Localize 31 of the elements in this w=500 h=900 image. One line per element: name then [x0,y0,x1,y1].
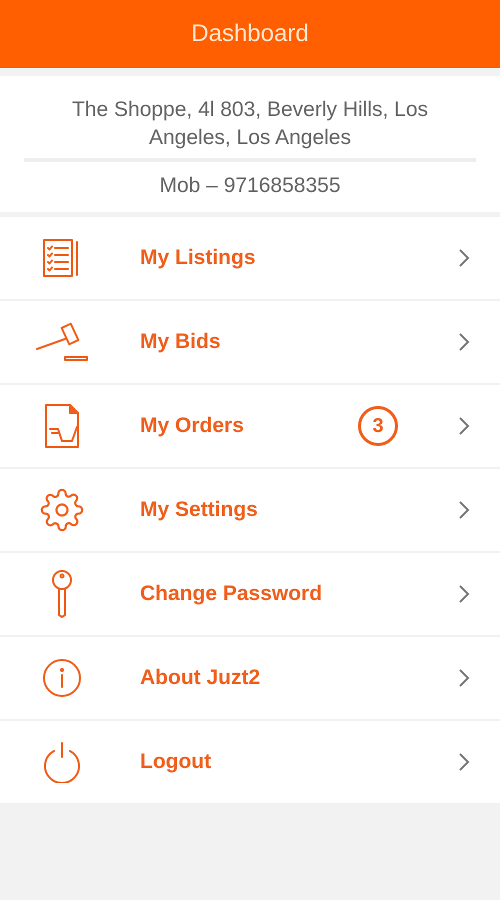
chevron-icon [458,668,470,688]
power-icon [42,741,82,783]
chevron-icon [458,416,470,436]
menu-item[interactable]: Logout [0,721,500,803]
menu-label: My Settings [140,498,258,522]
phone-text: Mob – 9716858355 [160,174,340,198]
menu-label: About Juzt2 [140,666,260,690]
menu-label: Change Password [140,582,322,606]
menu-item[interactable]: About Juzt2 [0,637,500,721]
menu-item[interactable]: Change Password [0,553,500,637]
menu-item[interactable]: My Bids [0,301,500,385]
key-icon [50,570,74,618]
chevron-icon [458,584,470,604]
menu-item[interactable]: My Listings [0,217,500,301]
menu-item[interactable]: My Settings [0,469,500,553]
menu-label: My Orders [140,414,244,438]
menu-label: My Bids [140,330,221,354]
info-icon [42,658,82,698]
menu-label: My Listings [140,246,256,270]
settings-icon [40,488,84,532]
page-title: Dashboard [191,20,309,48]
menu-item[interactable]: My Orders 3 [0,385,500,469]
document-cart-icon [44,403,80,449]
chevron-icon [458,248,470,268]
address-text: The Shoppe, 4l 803, Beverly Hills, Los Angeles, Los Angeles [24,96,476,162]
chevron-icon [458,752,470,772]
menu-label: Logout [140,750,212,774]
count-badge: 3 [358,406,398,446]
chevron-icon [458,500,470,520]
chevron-icon [458,332,470,352]
gavel-icon [35,321,89,363]
